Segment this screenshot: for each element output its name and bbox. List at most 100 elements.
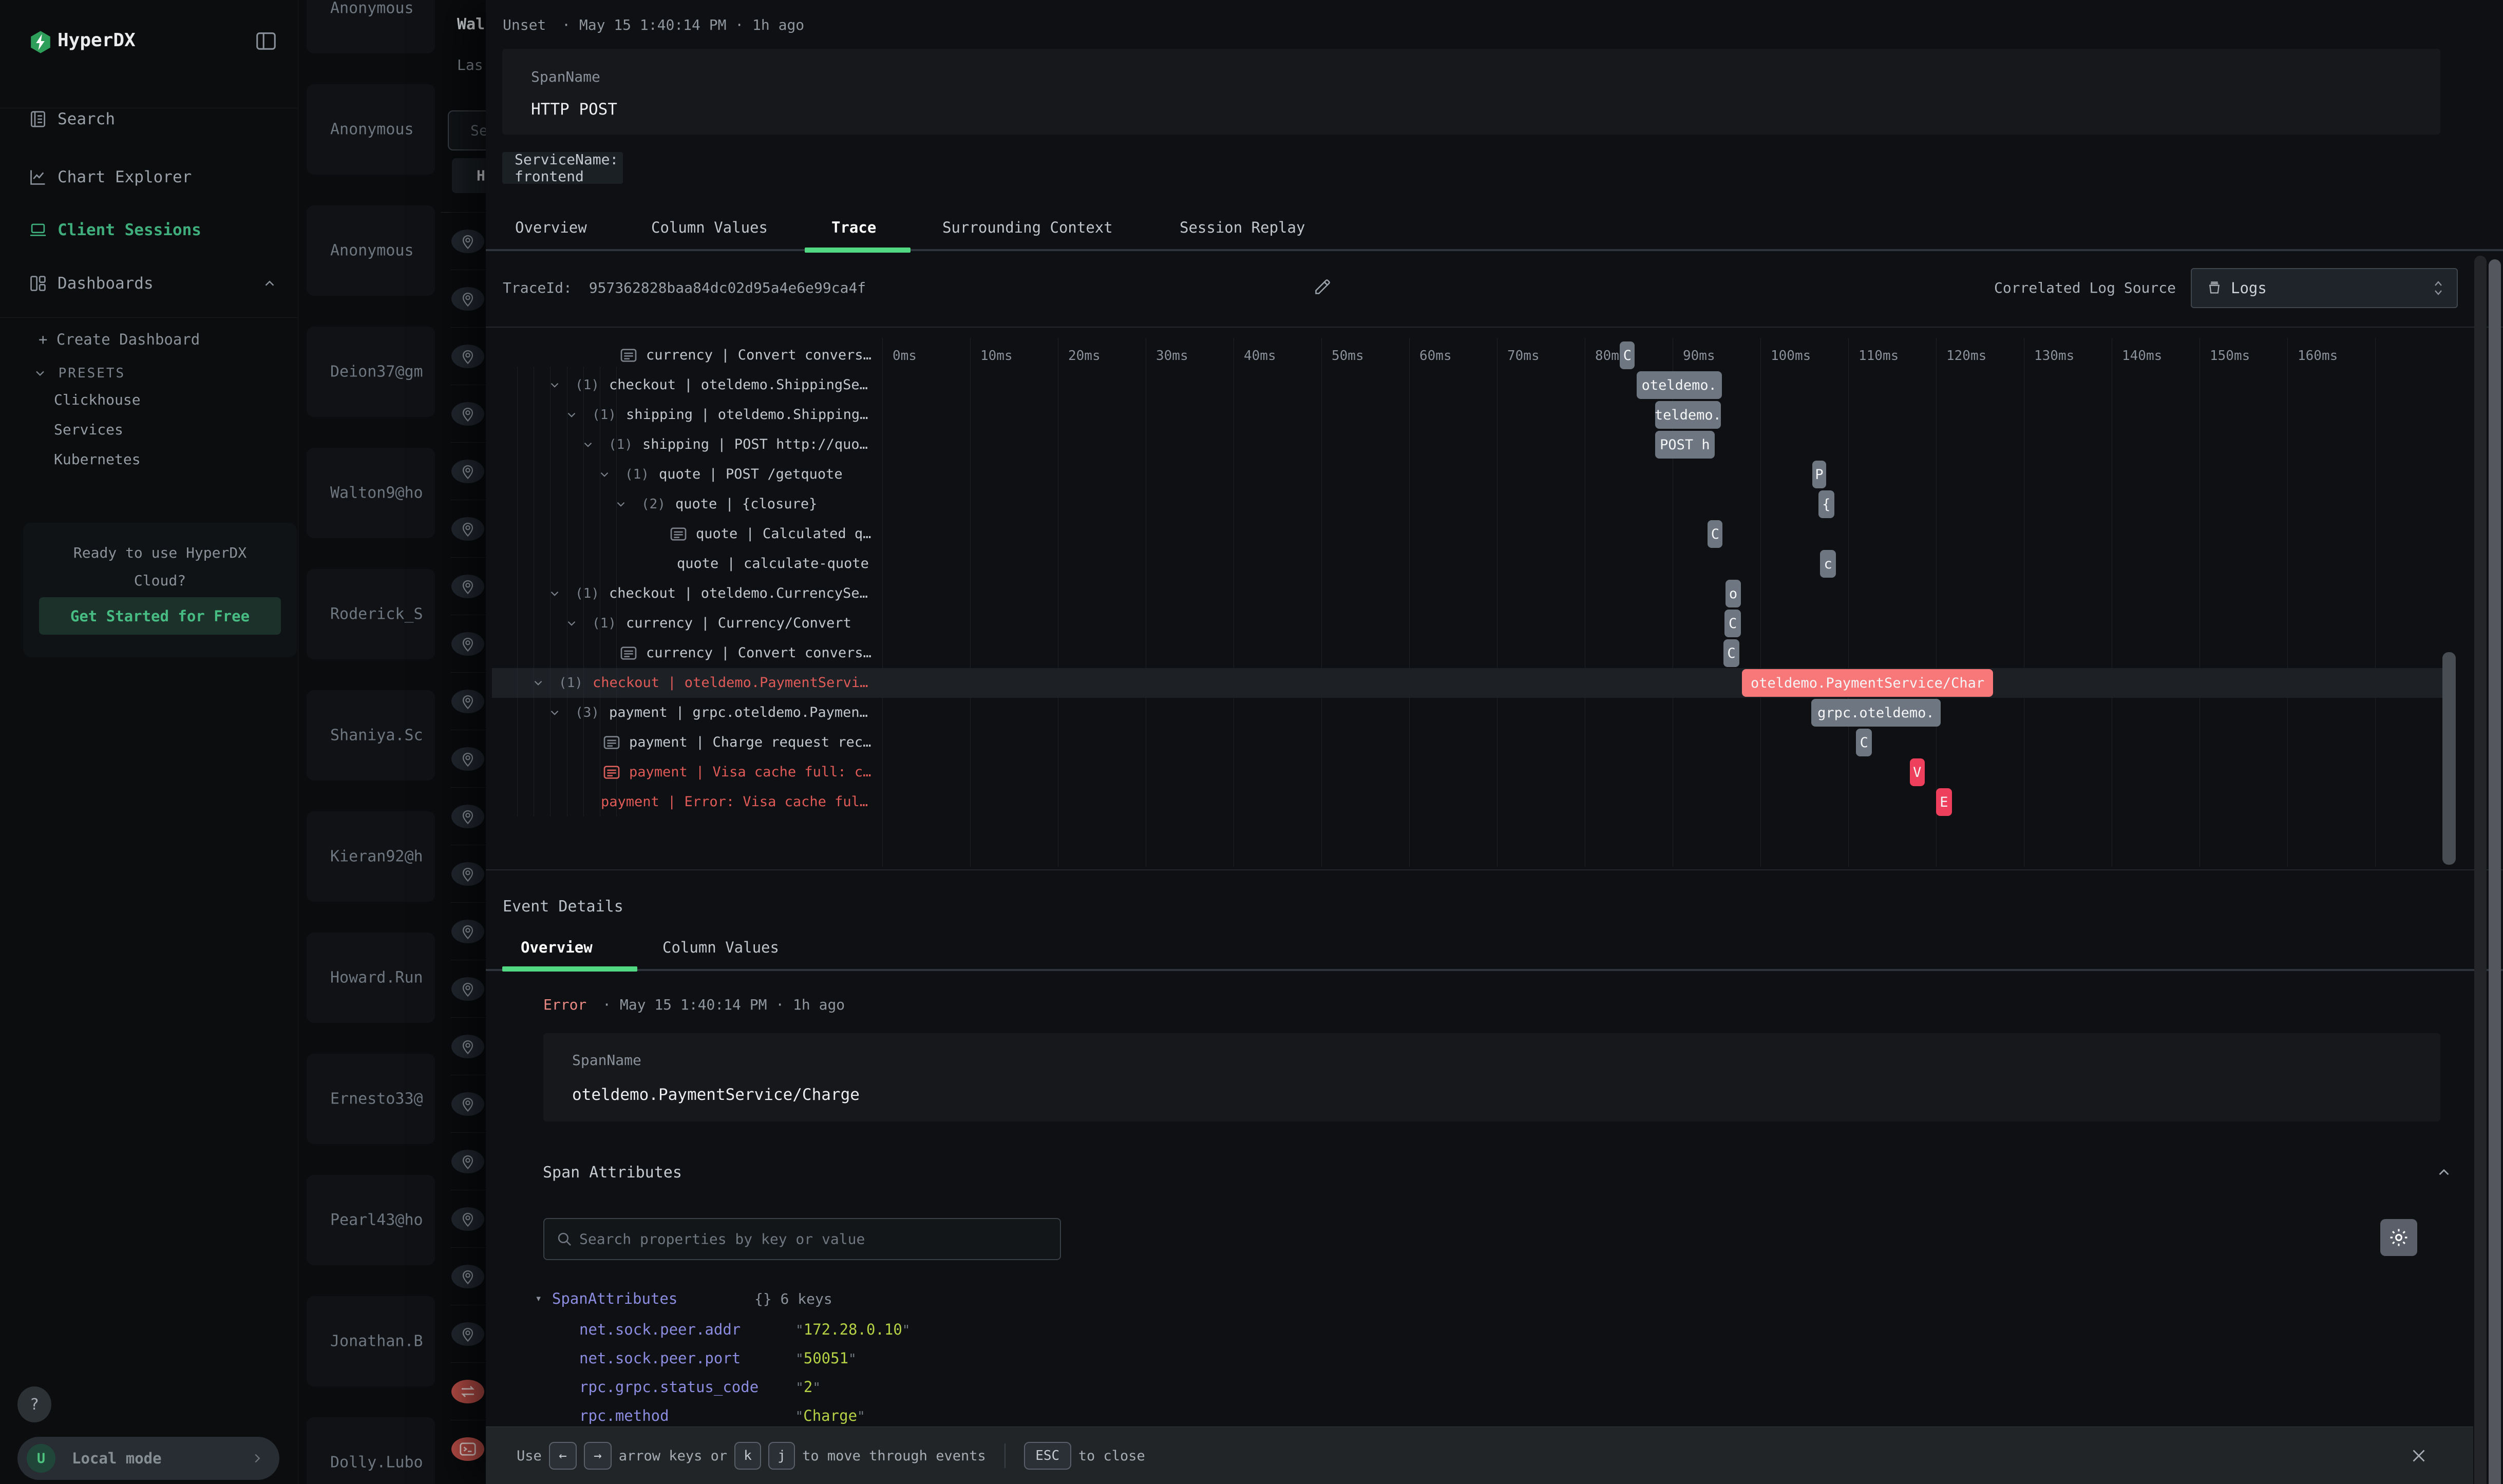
preset-kubernetes[interactable]: Kubernetes — [54, 451, 141, 468]
trace-span-bar[interactable]: C — [1856, 729, 1872, 756]
location-pin-button[interactable] — [451, 1207, 484, 1231]
sidebar-item-search[interactable]: Search — [0, 96, 298, 142]
location-pin-button[interactable] — [451, 690, 484, 713]
location-pin-button[interactable] — [451, 402, 484, 426]
chevron-down-icon[interactable] — [565, 617, 578, 630]
attribute-row[interactable]: rpc.grpc.status_code"2" — [579, 1378, 821, 1396]
tab-overview[interactable]: Overview — [515, 219, 587, 236]
trace-tree-row[interactable]: currency | Currency/Convert — [626, 615, 851, 631]
location-pin-button[interactable] — [451, 862, 484, 886]
session-card[interactable]: Howard.Run — [307, 933, 435, 1023]
trace-span-bar[interactable]: o — [1725, 580, 1741, 607]
session-card[interactable]: Shaniya.Sc — [307, 690, 435, 781]
location-pin-button[interactable] — [451, 632, 484, 656]
location-pin-button[interactable] — [451, 1322, 484, 1346]
location-pin-button[interactable] — [451, 287, 484, 311]
trace-tree-row[interactable]: payment | Visa cache full: c… — [629, 764, 871, 780]
chevron-down-icon[interactable] — [598, 468, 611, 481]
session-card[interactable]: Walton9@ho — [307, 448, 435, 538]
trace-tree-row[interactable]: shipping | oteldemo.Shipping… — [626, 407, 868, 423]
location-pin-button[interactable] — [451, 575, 484, 598]
chevron-down-icon[interactable] — [548, 706, 561, 719]
trace-tree-row[interactable]: payment | Charge request rec… — [629, 734, 871, 750]
trace-tree-row[interactable]: currency | Convert convers… — [646, 645, 871, 661]
tab-column-values[interactable]: Column Values — [651, 219, 768, 236]
location-pin-button[interactable] — [451, 1035, 484, 1058]
trace-tree-row[interactable]: checkout | oteldemo.ShippingSe… — [609, 377, 868, 393]
location-pin-button[interactable] — [451, 345, 484, 368]
location-pin-button[interactable] — [451, 747, 484, 771]
log-source-select[interactable]: Logs — [2191, 268, 2458, 308]
help-button[interactable]: ? — [17, 1386, 51, 1422]
trace-span-bar[interactable]: V — [1910, 758, 1925, 786]
trace-scrollbar[interactable] — [2442, 652, 2456, 865]
collapse-sidebar-icon[interactable] — [253, 29, 279, 53]
location-pin-button[interactable] — [451, 460, 484, 483]
trace-span-bar[interactable]: POST h — [1655, 431, 1715, 459]
trace-span-bar[interactable]: { — [1818, 490, 1834, 518]
session-card[interactable]: Anonymous — [307, 0, 435, 53]
event-tab-column-values[interactable]: Column Values — [662, 939, 779, 956]
window-scrollbar[interactable] — [2489, 259, 2501, 1484]
trace-tree-row[interactable]: checkout | oteldemo.PaymentServi… — [593, 675, 868, 691]
attributes-search-input[interactable]: Search properties by key or value — [543, 1218, 1061, 1260]
session-card[interactable]: Roderick_S — [307, 569, 435, 659]
sidebar-item-dashboards[interactable]: Dashboards — [0, 260, 298, 307]
session-card[interactable]: Kieran92@h — [307, 811, 435, 902]
location-pin-button[interactable] — [451, 230, 484, 253]
trace-tree-row[interactable]: quote | calculate-quote — [677, 556, 869, 572]
sidebar-item-client-sessions[interactable]: Client Sessions — [0, 207, 298, 253]
session-card[interactable]: Dolly.Lubo — [307, 1417, 435, 1484]
panel-scroll-track[interactable] — [2474, 256, 2487, 1484]
location-pin-button[interactable] — [451, 1265, 484, 1288]
preset-clickhouse[interactable]: Clickhouse — [54, 391, 141, 408]
trace-tree-row[interactable]: payment | grpc.oteldemo.Paymen… — [609, 705, 868, 720]
session-card[interactable]: Anonymous — [307, 84, 435, 175]
trace-span-bar[interactable]: C — [1620, 341, 1635, 369]
arrow-left-key[interactable]: ← — [549, 1442, 577, 1470]
trace-span-bar[interactable]: oteldemo.PaymentService/Char — [1742, 669, 1993, 697]
trace-tree-row[interactable]: quote | Calculated q… — [696, 526, 871, 542]
trace-span-bar[interactable]: grpc.oteldemo. — [1811, 699, 1940, 727]
edit-trace-id-icon[interactable] — [1314, 277, 1332, 296]
chevron-down-icon[interactable] — [548, 378, 561, 392]
chevron-down-icon[interactable] — [581, 438, 595, 451]
tab-session-replay[interactable]: Session Replay — [1180, 219, 1305, 236]
chevron-down-icon[interactable] — [565, 408, 578, 422]
service-name-chip[interactable]: ServiceName: frontend — [502, 152, 623, 184]
k-key[interactable]: k — [734, 1442, 761, 1470]
collapse-section-icon[interactable] — [2435, 1164, 2453, 1181]
attribute-row[interactable]: net.sock.peer.addr"172.28.0.10" — [579, 1321, 910, 1338]
session-card[interactable]: Ernesto33@ — [307, 1054, 435, 1144]
j-key[interactable]: j — [768, 1442, 795, 1470]
trace-span-bar[interactable]: oteldemo.S — [1655, 401, 1721, 429]
attributes-root-row[interactable]: ▾ SpanAttributes {} 6 keys — [535, 1290, 832, 1307]
trace-span-bar[interactable]: c — [1820, 550, 1836, 578]
local-mode-button[interactable]: U Local mode — [17, 1437, 279, 1480]
trace-span-bar[interactable]: C — [1724, 610, 1741, 637]
sidebar-item-chart-explorer[interactable]: Chart Explorer — [0, 154, 298, 200]
swap-arrows-icon-button[interactable] — [451, 1380, 484, 1403]
presets-row[interactable]: PRESETS — [33, 366, 125, 381]
tab-surrounding-context[interactable]: Surrounding Context — [942, 219, 1113, 236]
attribute-row[interactable]: rpc.method"Charge" — [579, 1407, 865, 1424]
arrow-right-key[interactable]: → — [584, 1442, 612, 1470]
create-dashboard-button[interactable]: + Create Dashboard — [39, 331, 200, 348]
underlay-search-input[interactable]: Sea — [448, 110, 486, 150]
terminal-icon-button[interactable] — [451, 1437, 484, 1461]
trace-span-bar[interactable]: C — [1723, 639, 1739, 667]
session-card[interactable]: Pearl43@ho — [307, 1175, 435, 1265]
tab-trace[interactable]: Trace — [831, 219, 876, 236]
location-pin-button[interactable] — [451, 517, 484, 541]
location-pin-button[interactable] — [451, 1150, 484, 1173]
preset-services[interactable]: Services — [54, 421, 123, 438]
attributes-settings-button[interactable] — [2380, 1219, 2417, 1256]
underlay-chip[interactable]: H — [452, 158, 486, 193]
location-pin-button[interactable] — [451, 977, 484, 1001]
chevron-down-icon[interactable] — [532, 676, 545, 690]
session-card[interactable]: Jonathan.B — [307, 1296, 435, 1386]
trace-span-bar[interactable]: E — [1936, 788, 1952, 816]
trace-tree-row[interactable]: currency | Convert convers… — [646, 347, 871, 363]
location-pin-button[interactable] — [451, 805, 484, 828]
trace-tree-row[interactable]: quote | POST /getquote — [659, 466, 843, 482]
